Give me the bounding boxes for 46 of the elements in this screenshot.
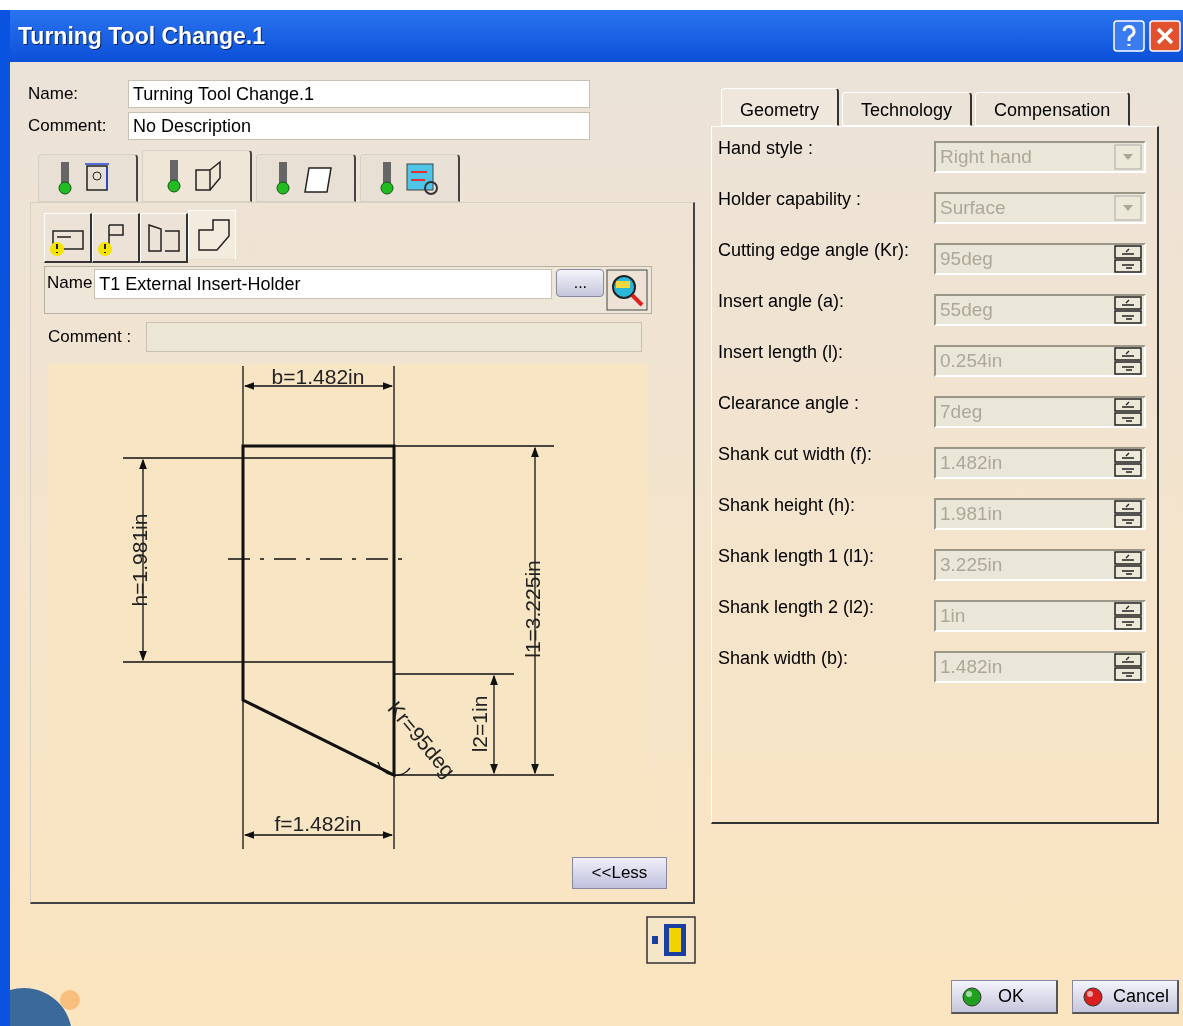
parameter-label: Shank height (h): bbox=[718, 494, 856, 517]
parameter-label: Shank length 1 (l1): bbox=[718, 545, 875, 568]
cancel-button[interactable]: Cancel bbox=[1072, 980, 1179, 1014]
close-icon[interactable] bbox=[1149, 20, 1181, 52]
tab[interactable]: Geometry bbox=[721, 88, 840, 126]
view-tab[interactable] bbox=[44, 213, 92, 263]
dimension-label: l2=1in bbox=[468, 695, 491, 753]
browse-button[interactable]: ... bbox=[556, 269, 605, 297]
window-title: Turning Tool Change.1 bbox=[18, 21, 265, 51]
parameter-label: Clearance angle : bbox=[718, 392, 860, 415]
less-button[interactable]: <<Less bbox=[572, 857, 667, 889]
field-label: Name: bbox=[28, 83, 80, 106]
film-strip-icon[interactable] bbox=[646, 916, 696, 964]
view-tab[interactable] bbox=[140, 213, 188, 263]
tool-tab[interactable] bbox=[38, 154, 138, 202]
parameter-label: Shank length 2 (l2): bbox=[718, 596, 875, 619]
text-field[interactable]: No Description bbox=[128, 112, 590, 140]
dimension-label: b=1.482in bbox=[271, 365, 365, 388]
tab[interactable]: Compensation bbox=[975, 92, 1131, 126]
tool-holder-icon bbox=[378, 160, 441, 196]
parameter-label: Insert angle (a): bbox=[718, 290, 845, 313]
ok-button[interactable]: OK bbox=[951, 980, 1058, 1014]
tool-tab[interactable] bbox=[360, 154, 460, 202]
parameter-label: Insert length (l): bbox=[718, 341, 844, 364]
tool-tab[interactable] bbox=[142, 150, 252, 202]
status-light-icon bbox=[1083, 986, 1103, 1007]
dimension-label: h=1.981in bbox=[128, 513, 151, 607]
parameter-label: Cutting edge angle (Kr): bbox=[718, 239, 910, 262]
text-field[interactable]: T1 External Insert-Holder bbox=[94, 269, 553, 299]
dimension-label: f=1.482in bbox=[274, 812, 362, 835]
view-tab[interactable] bbox=[92, 213, 140, 263]
parameter-label: Hand style : bbox=[718, 137, 814, 160]
dimension-label: l1=3.225in bbox=[521, 560, 544, 658]
tab[interactable]: Technology bbox=[842, 92, 973, 126]
field-label: Comment: bbox=[28, 115, 108, 138]
field-label: Comment : bbox=[48, 326, 133, 349]
parameter-label: Shank cut width (f): bbox=[718, 443, 873, 466]
tool-tab[interactable] bbox=[256, 154, 356, 202]
view-tab[interactable] bbox=[188, 210, 236, 260]
status-light-icon bbox=[962, 986, 982, 1007]
help-icon[interactable] bbox=[1113, 20, 1145, 52]
parameter-label: Shank width (b): bbox=[718, 647, 849, 670]
parameter-label: Holder capability : bbox=[718, 188, 862, 211]
text-field[interactable]: Turning Tool Change.1 bbox=[128, 80, 590, 108]
search-icon[interactable] bbox=[606, 269, 649, 311]
field-label: Name bbox=[47, 272, 93, 294]
